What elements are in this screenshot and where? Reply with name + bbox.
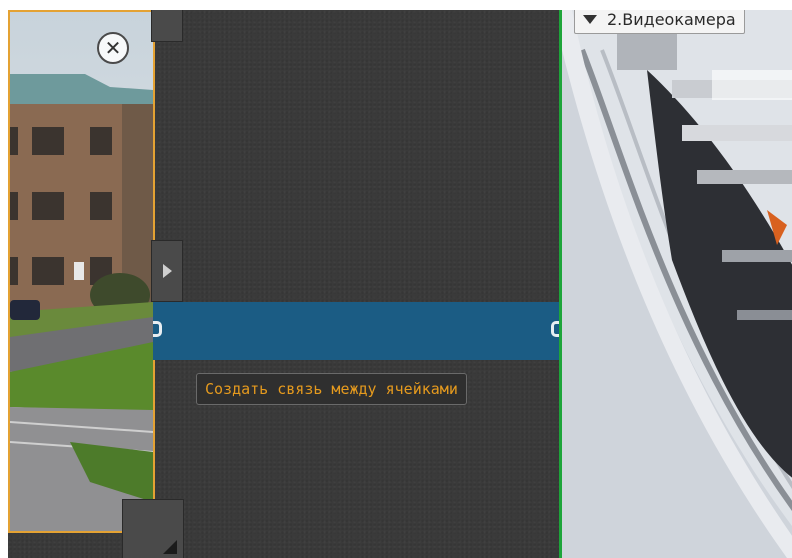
- link-left-icon: [153, 321, 162, 337]
- camera-cell-right[interactable]: 2.Видеокамера: [559, 10, 792, 558]
- link-tooltip: Создать связь между ячейками: [196, 373, 467, 405]
- camera-title-dropdown[interactable]: 2.Видеокамера: [574, 10, 745, 34]
- resize-handle[interactable]: [122, 499, 184, 558]
- resize-corner-icon: [163, 540, 177, 554]
- chevron-down-icon: [583, 14, 597, 24]
- camera-feed-left: [10, 12, 153, 531]
- close-icon: ✕: [104, 36, 122, 60]
- camera-feed-right: [562, 10, 792, 558]
- close-cell-button[interactable]: ✕: [97, 32, 129, 64]
- camera-title: 2.Видеокамера: [607, 10, 736, 29]
- layout-editor: ✕ Создать связь между ячейками 2.Видеока…: [8, 10, 792, 558]
- expand-right-handle[interactable]: [151, 240, 183, 302]
- cell-link-bar[interactable]: [153, 302, 560, 360]
- arrow-right-icon: [162, 264, 172, 278]
- camera-cell-left[interactable]: ✕: [8, 10, 155, 533]
- cell-handle-top[interactable]: [151, 10, 183, 42]
